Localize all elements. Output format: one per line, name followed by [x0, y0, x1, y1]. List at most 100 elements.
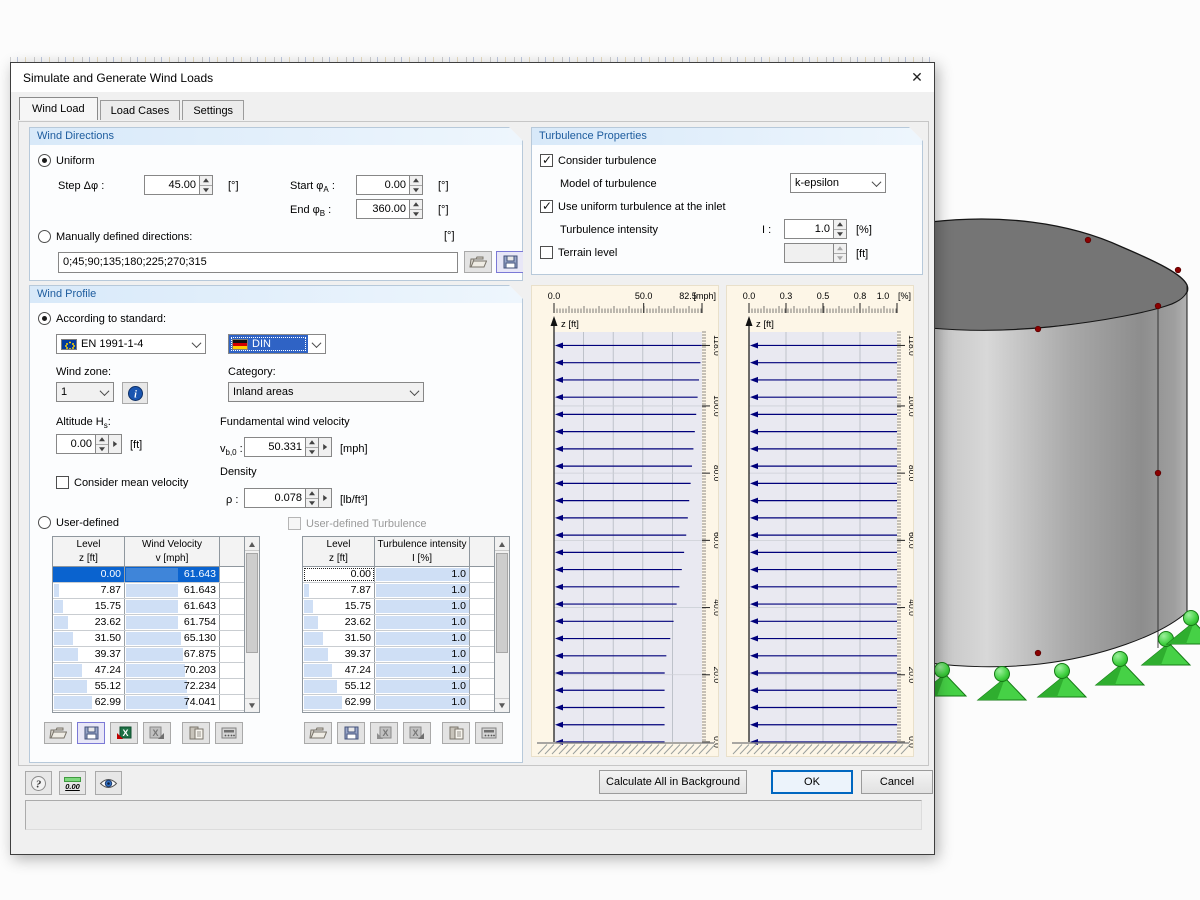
table-cell[interactable] [470, 599, 494, 614]
table-row[interactable]: 62.99 1.0 [303, 695, 494, 711]
table-cell[interactable]: 1.0 [375, 695, 470, 710]
excel-import-button[interactable]: X [110, 722, 138, 744]
table-cell[interactable]: 55.12 [53, 679, 125, 694]
cancel-button[interactable]: Cancel [861, 770, 933, 794]
table-row[interactable]: 23.62 61.754 [53, 615, 244, 631]
table-cell[interactable]: 1.0 [375, 567, 470, 582]
excel-import-button[interactable]: X [370, 722, 398, 744]
tab-wind-load[interactable]: Wind Load [19, 97, 98, 120]
table-cell[interactable] [220, 567, 244, 582]
table-row[interactable]: 31.50 1.0 [303, 631, 494, 647]
excel-export-button[interactable]: X [403, 722, 431, 744]
turbulence-intensity-input[interactable]: 1.0 [784, 219, 847, 239]
table-cell[interactable]: 72.234 [125, 679, 220, 694]
end-input[interactable]: 360.00 [356, 199, 423, 219]
table-row[interactable]: 31.50 65.130 [53, 631, 244, 647]
table-cell[interactable]: 61.643 [125, 599, 220, 614]
turbulence-intensity-column-header[interactable]: Turbulence intensity I [%] [375, 537, 470, 566]
units-settings-button[interactable]: 0.00 [59, 771, 86, 795]
detail-arrow-button[interactable] [109, 434, 122, 454]
spinner[interactable] [200, 175, 213, 195]
table-cell[interactable] [470, 647, 494, 662]
table-row[interactable]: 39.37 1.0 [303, 647, 494, 663]
table-cell[interactable]: 39.37 [303, 647, 375, 662]
display-properties-button[interactable] [95, 771, 122, 795]
table-cell[interactable]: 61.643 [125, 583, 220, 598]
table-cell[interactable] [220, 631, 244, 646]
category-select[interactable]: Inland areas [228, 382, 424, 402]
user-defined-radio[interactable]: User-defined [38, 516, 119, 529]
scrollbar-thumb[interactable] [496, 553, 508, 653]
uniform-radio[interactable]: Uniform [38, 154, 95, 167]
table-cell[interactable] [220, 583, 244, 598]
table-cell[interactable]: 7.87 [53, 583, 125, 598]
table-cell[interactable]: 23.62 [303, 615, 375, 630]
table-row[interactable]: 47.24 70.203 [53, 663, 244, 679]
terrain-level-checkbox[interactable]: Terrain level [540, 246, 617, 259]
wind-velocity-column-header[interactable]: Wind Velocity v [mph] [125, 537, 220, 566]
table-row[interactable]: 15.75 61.643 [53, 599, 244, 615]
scroll-down-icon[interactable] [245, 698, 259, 712]
wind-zone-info-button[interactable]: i [122, 382, 148, 404]
table-cell[interactable] [470, 695, 494, 710]
calculator-button[interactable] [475, 722, 503, 744]
open-button[interactable] [44, 722, 72, 744]
table-cell[interactable]: 47.24 [303, 663, 375, 678]
consider-mean-velocity-checkbox[interactable]: Consider mean velocity [56, 476, 188, 489]
scroll-up-icon[interactable] [245, 537, 259, 551]
tab-load-cases[interactable]: Load Cases [99, 100, 181, 120]
table-row[interactable]: 55.12 1.0 [303, 679, 494, 695]
table-cell[interactable]: 74.041 [125, 695, 220, 710]
table-cell[interactable]: 39.37 [53, 647, 125, 662]
table-cell[interactable]: 31.50 [303, 631, 375, 646]
table-cell[interactable]: 31.50 [53, 631, 125, 646]
table-row[interactable]: 47.24 1.0 [303, 663, 494, 679]
standard-select[interactable]: EN 1991-1-4 [56, 334, 206, 354]
dialog-titlebar[interactable]: Simulate and Generate Wind Loads ✕ [11, 63, 934, 92]
table-cell[interactable] [470, 567, 494, 582]
table-cell[interactable]: 1.0 [375, 599, 470, 614]
uniform-turbulence-inlet-checkbox[interactable]: Use uniform turbulence at the inlet [540, 200, 726, 213]
table-cell[interactable]: 47.24 [53, 663, 125, 678]
table-cell[interactable] [470, 679, 494, 694]
table-cell[interactable]: 62.99 [53, 695, 125, 710]
tab-settings[interactable]: Settings [182, 100, 245, 120]
spinner[interactable] [410, 175, 423, 195]
detail-arrow-button[interactable] [319, 488, 332, 508]
table-cell[interactable]: 0.00 [303, 567, 375, 582]
table-row[interactable]: 0.00 1.0 [303, 567, 494, 583]
table-cell[interactable]: 15.75 [303, 599, 375, 614]
level-column-header[interactable]: Level z [ft] [53, 537, 125, 566]
close-icon[interactable]: ✕ [906, 67, 928, 89]
table-cell[interactable]: 23.62 [53, 615, 125, 630]
table-cell[interactable]: 0.00 [53, 567, 125, 582]
start-input[interactable]: 0.00 [356, 175, 423, 195]
national-annex-select[interactable]: DIN [228, 334, 326, 354]
according-to-standard-radio[interactable]: According to standard: [38, 312, 166, 325]
paste-button[interactable] [182, 722, 210, 744]
table-cell[interactable]: 61.643 [125, 567, 220, 582]
table-row[interactable]: 39.37 67.875 [53, 647, 244, 663]
table-cell[interactable]: 70.203 [125, 663, 220, 678]
table-cell[interactable]: 1.0 [375, 631, 470, 646]
manual-directions-radio[interactable]: Manually defined directions: [38, 230, 192, 243]
save-button[interactable] [337, 722, 365, 744]
table-cell[interactable]: 61.754 [125, 615, 220, 630]
table-cell[interactable]: 1.0 [375, 679, 470, 694]
spinner[interactable] [306, 488, 319, 508]
consider-turbulence-checkbox[interactable]: Consider turbulence [540, 154, 656, 167]
density-input[interactable]: 0.078 [244, 488, 332, 508]
table-cell[interactable] [470, 583, 494, 598]
ok-button[interactable]: OK [771, 770, 853, 794]
save-file-button[interactable] [496, 251, 524, 273]
table-cell[interactable]: 62.99 [303, 695, 375, 710]
step-input[interactable]: 45.00 [144, 175, 213, 195]
open-file-button[interactable] [464, 251, 492, 273]
table-cell[interactable]: 67.875 [125, 647, 220, 662]
table-cell[interactable] [470, 663, 494, 678]
table-row[interactable]: 62.99 74.041 [53, 695, 244, 711]
vertical-scrollbar[interactable] [494, 537, 509, 712]
altitude-input[interactable]: 0.00 [56, 434, 122, 454]
calculate-all-in-background-button[interactable]: Calculate All in Background [599, 770, 747, 794]
scrollbar-thumb[interactable] [246, 553, 258, 653]
